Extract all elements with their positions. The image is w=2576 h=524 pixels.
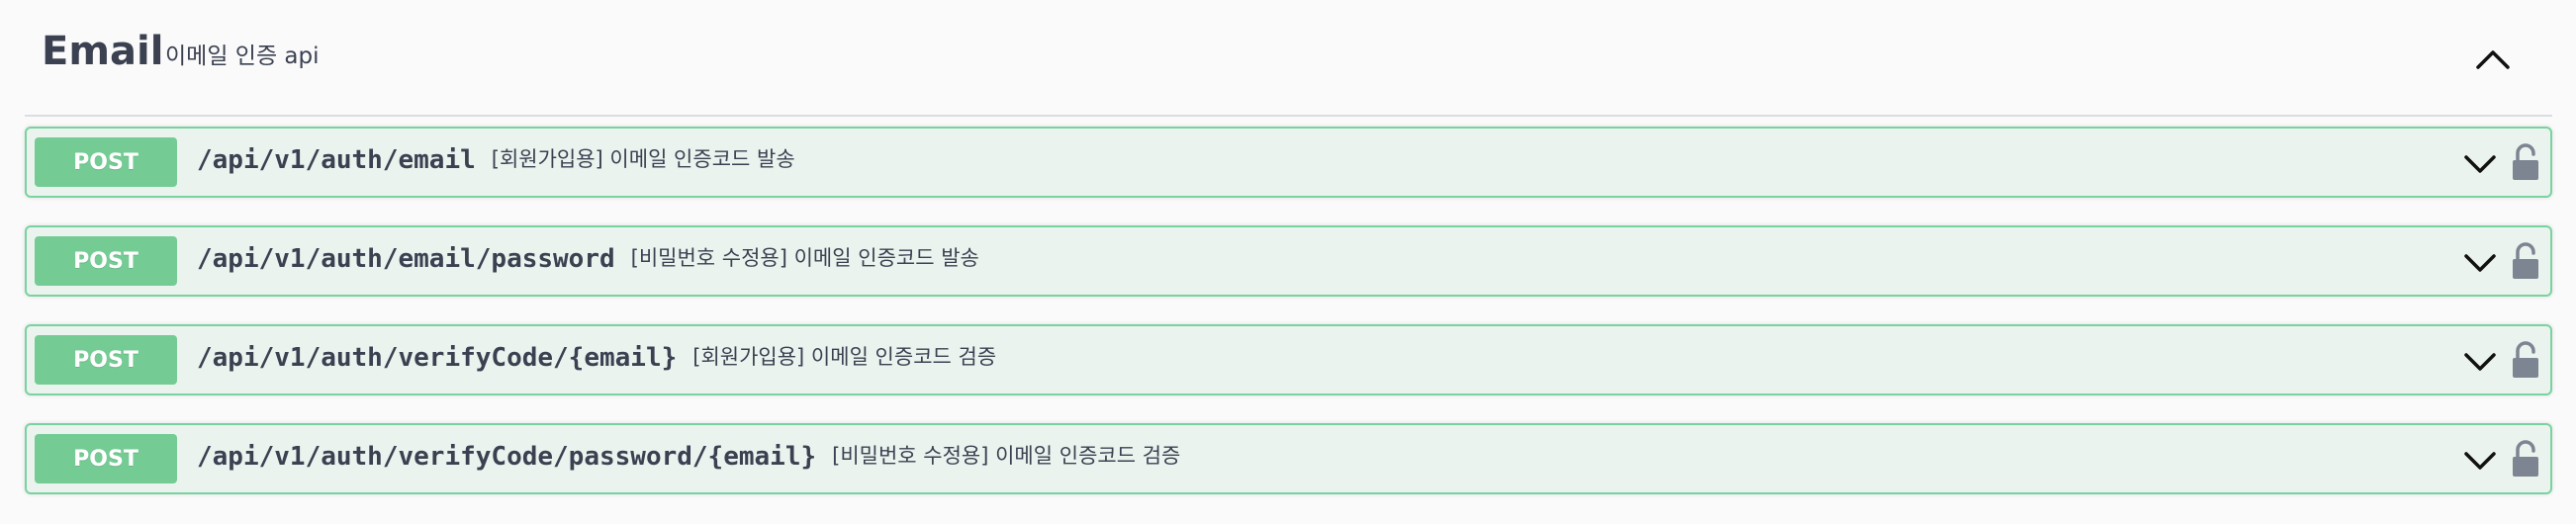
- operation-post-auth-email[interactable]: POST /api/v1/auth/email [회원가입용] 이메일 인증코드 …: [25, 127, 2552, 198]
- operation-summary: [비밀번호 수정용] 이메일 인증코드 발송: [630, 246, 979, 270]
- operation-summary: [회원가입용] 이메일 인증코드 검증: [692, 345, 997, 369]
- operation-path: /api/v1/auth/email/password [비밀번호 수정용] 이메…: [197, 243, 979, 277]
- method-badge: POST: [35, 434, 177, 483]
- operation-path: /api/v1/auth/verifyCode/password/{email}…: [197, 441, 1180, 475]
- operation-path-text: /api/v1/auth/email/password: [197, 244, 615, 274]
- operation-summary: [비밀번호 수정용] 이메일 인증코드 검증: [832, 444, 1181, 468]
- operation-path-text: /api/v1/auth/verifyCode/{email}: [197, 343, 678, 373]
- unlocked-padlock-icon[interactable]: [2510, 340, 2541, 380]
- operation-path: /api/v1/auth/verifyCode/{email} [회원가입용] 이…: [197, 342, 996, 376]
- chevron-down-icon[interactable]: [2460, 146, 2500, 180]
- operation-path: /api/v1/auth/email [회원가입용] 이메일 인증코드 발송: [197, 144, 795, 178]
- operation-path-text: /api/v1/auth/email: [197, 145, 476, 175]
- section-title: Email: [42, 29, 164, 74]
- section-description: 이메일 인증 api: [165, 44, 320, 69]
- operation-path-text: /api/v1/auth/verifyCode/password/{email}: [197, 442, 817, 472]
- operation-post-auth-verifycode-email[interactable]: POST /api/v1/auth/verifyCode/{email} [회원가…: [25, 324, 2552, 395]
- section-header-email[interactable]: Email 이메일 인증 api: [25, 18, 2552, 117]
- unlocked-padlock-icon[interactable]: [2510, 142, 2541, 182]
- chevron-down-icon[interactable]: [2460, 443, 2500, 477]
- method-badge: POST: [35, 335, 177, 385]
- chevron-down-icon[interactable]: [2460, 245, 2500, 279]
- unlocked-padlock-icon[interactable]: [2510, 439, 2541, 479]
- unlocked-padlock-icon[interactable]: [2510, 241, 2541, 281]
- chevron-down-icon[interactable]: [2460, 344, 2500, 378]
- operation-post-auth-email-password[interactable]: POST /api/v1/auth/email/password [비밀번호 수정…: [25, 225, 2552, 297]
- chevron-up-icon[interactable]: [2468, 36, 2518, 85]
- method-badge: POST: [35, 137, 177, 187]
- method-badge: POST: [35, 236, 177, 286]
- operation-summary: [회원가입용] 이메일 인증코드 발송: [491, 147, 795, 171]
- operation-post-auth-verifycode-password-email[interactable]: POST /api/v1/auth/verifyCode/password/{e…: [25, 423, 2552, 494]
